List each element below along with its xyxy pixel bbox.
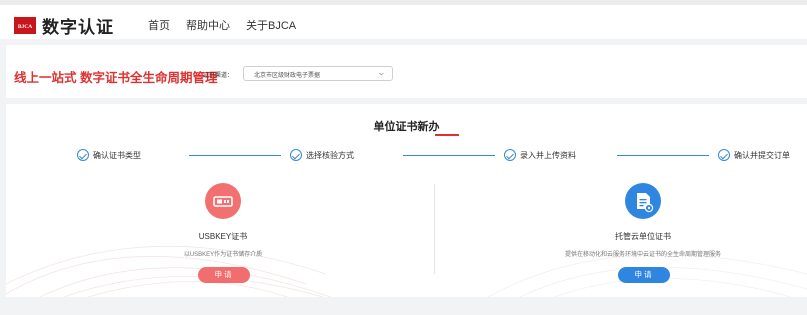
step-connector xyxy=(617,155,709,156)
chevron-down-icon: ⌄ xyxy=(376,68,387,77)
usbkey-icon xyxy=(205,183,241,219)
top-header: BJCA 数字认证 首页 帮助中心 关于BJCA xyxy=(0,5,807,39)
nav-home[interactable]: 首页 xyxy=(148,17,170,33)
step-submit-order: 确认并提交订单 xyxy=(718,149,790,161)
apply-cloud-button[interactable]: 申请 xyxy=(618,267,670,283)
check-circle-icon xyxy=(77,149,89,161)
step-confirm-type: 确认证书类型 xyxy=(77,149,141,161)
main-nav: 首页 帮助中心 关于BJCA xyxy=(148,17,312,33)
slogan: 线上一站式 数字证书全生命周期管理 xyxy=(14,71,218,85)
step-label: 确认并提交订单 xyxy=(734,150,790,160)
channel-select-value: 北京市区级财政电子票据 xyxy=(254,73,321,79)
logo-text: 数字认证 xyxy=(42,18,114,37)
bjca-logo[interactable]: BJCA 数字认证 xyxy=(14,13,114,38)
step-label: 确认证书类型 xyxy=(93,150,141,160)
check-circle-icon xyxy=(290,149,302,161)
channel-label: 证书渠道： xyxy=(203,73,234,79)
apply-usbkey-button[interactable]: 申请 xyxy=(198,267,250,283)
step-verify-method: 选择核验方式 xyxy=(290,149,354,161)
svg-text:BJCA: BJCA xyxy=(18,24,32,30)
step-label: 录入并上传资料 xyxy=(520,150,576,160)
check-circle-icon xyxy=(718,149,730,161)
card-title-usbkey: USBKEY证书 xyxy=(198,232,248,241)
nav-help-center[interactable]: 帮助中心 xyxy=(186,17,230,33)
check-circle-icon xyxy=(504,149,516,161)
nav-about-bjca[interactable]: 关于BJCA xyxy=(246,17,296,33)
step-label: 选择核验方式 xyxy=(306,150,354,160)
cloud-document-icon xyxy=(625,183,661,219)
card-title-cloud: 托管云单位证书 xyxy=(615,232,671,241)
step-connector xyxy=(189,155,281,156)
card-divider xyxy=(434,184,435,274)
channel-select[interactable]: 北京市区级财政电子票据 ⌄ xyxy=(243,66,393,81)
step-upload-materials: 录入并上传资料 xyxy=(504,149,576,161)
card-desc-usbkey: 以USBKEY作为证书储存介质 xyxy=(183,252,263,258)
page-title: 单位证书新办 xyxy=(373,121,440,133)
step-connector xyxy=(403,155,495,156)
title-underline xyxy=(435,134,459,136)
bjca-badge-icon: BJCA xyxy=(14,17,36,34)
channel-bar: 线上一站式 数字证书全生命周期管理 证书渠道： 北京市区级财政电子票据 ⌄ xyxy=(6,45,807,98)
card-desc-cloud: 提供在移动化和云服务环境中云证书的全生命周期管理服务 xyxy=(564,252,721,258)
main-panel: 单位证书新办 确认证书类型 选择核验方式 录入并上传资料 确认并提交订单 USB… xyxy=(6,104,807,297)
